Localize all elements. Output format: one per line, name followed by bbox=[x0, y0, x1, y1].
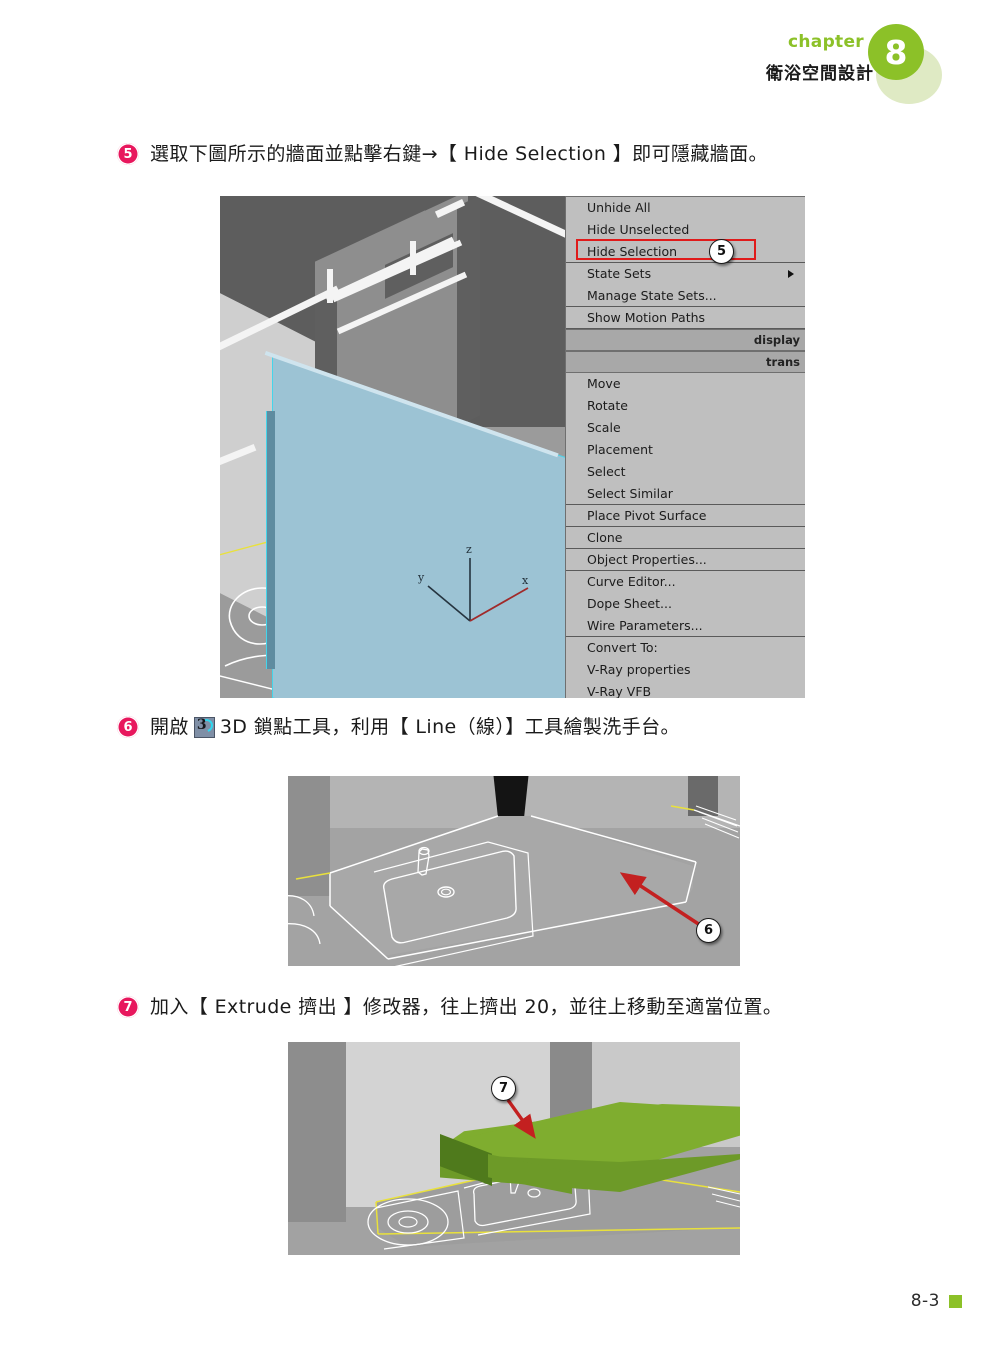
menu-item-place-pivot-surface[interactable]: Place Pivot Surface bbox=[566, 505, 805, 527]
menu-item-placement[interactable]: Placement bbox=[566, 439, 805, 461]
selected-wall-panel-thickness bbox=[266, 411, 275, 669]
callout-badge-5: 5 bbox=[709, 239, 734, 264]
menu-item-select[interactable]: Select bbox=[566, 461, 805, 483]
menu-item-convert-to[interactable]: Convert To: bbox=[566, 637, 805, 659]
figure-extrude-viewport: 7 bbox=[288, 1042, 740, 1255]
snap-3d-toggle-icon[interactable]: 3 bbox=[193, 716, 215, 738]
axis-label-z: z bbox=[466, 543, 472, 556]
quad-menu[interactable]: Unhide All Hide Unselected Hide Selectio… bbox=[565, 196, 805, 698]
menu-item-hide-selection[interactable]: Hide Selection bbox=[566, 241, 805, 263]
chapter-header: 8 chapter 衛浴空間設計 bbox=[766, 22, 962, 104]
fig3-callout-arrow bbox=[506, 1099, 536, 1139]
wall-column-right bbox=[457, 196, 480, 427]
chapter-badge: 8 bbox=[868, 24, 924, 80]
callout-badge-7: 7 bbox=[491, 1076, 516, 1101]
figure-sink-outline-viewport: 6 bbox=[288, 776, 740, 966]
chapter-title: 衛浴空間設計 bbox=[766, 64, 874, 84]
menu-item-vray-properties[interactable]: V-Ray properties bbox=[566, 659, 805, 681]
step-7-bullet: 7 bbox=[117, 996, 139, 1019]
submenu-arrow-icon bbox=[788, 269, 794, 278]
menu-item-clone[interactable]: Clone bbox=[566, 527, 805, 549]
chapter-number: 8 bbox=[884, 32, 908, 72]
quad-menu-title-display: display bbox=[566, 329, 805, 351]
menu-item-select-similar[interactable]: Select Similar bbox=[566, 483, 805, 505]
footer-marker-square bbox=[949, 1294, 962, 1308]
step-6-bullet: 6 bbox=[117, 716, 139, 739]
axis-label-x: x bbox=[522, 574, 529, 587]
quad-menu-title-transform: trans bbox=[566, 351, 805, 373]
step-5-text: 選取下圖所示的牆面並點擊右鍵→【 Hide Selection 】即可隱藏牆面。 bbox=[150, 143, 768, 165]
menu-item-vray-vfb[interactable]: V-Ray VFB bbox=[566, 681, 805, 698]
chapter-word-label: chapter bbox=[788, 32, 864, 52]
fig2-counter-outlines bbox=[288, 805, 740, 966]
menu-item-state-sets[interactable]: State Sets bbox=[566, 263, 805, 285]
step-5-line: 5 選取下圖所示的牆面並點擊右鍵→【 Hide Selection 】即可隱藏牆… bbox=[117, 143, 768, 166]
menu-item-state-sets-label: State Sets bbox=[587, 266, 652, 281]
menu-item-show-motion-paths[interactable]: Show Motion Paths bbox=[566, 307, 805, 329]
menu-item-scale[interactable]: Scale bbox=[566, 417, 805, 439]
page-footer: 8-3 bbox=[911, 1291, 962, 1311]
callout-badge-6: 6 bbox=[696, 918, 721, 943]
menu-item-object-properties[interactable]: Object Properties... bbox=[566, 549, 805, 571]
figure-hide-selection-viewport: z y x Unhide All Hide Unselected Hide Se… bbox=[220, 196, 805, 698]
menu-item-hide-unselected[interactable]: Hide Unselected bbox=[566, 219, 805, 241]
menu-item-dope-sheet[interactable]: Dope Sheet... bbox=[566, 593, 805, 615]
step-6-line: 6 開啟 3 3D 鎖點工具，利用【 Line（線）】工具繪製洗手台。 bbox=[117, 716, 680, 739]
axis-label-y: y bbox=[418, 571, 425, 584]
menu-item-manage-state-sets[interactable]: Manage State Sets... bbox=[566, 285, 805, 307]
menu-item-rotate[interactable]: Rotate bbox=[566, 395, 805, 417]
step-5-bullet: 5 bbox=[117, 143, 139, 166]
page-number: 8-3 bbox=[910, 1291, 940, 1311]
step-7-line: 7 加入【 Extrude 擠出 】修改器，往上擠出 20，並往上移動至適當位置… bbox=[117, 996, 782, 1019]
menu-item-curve-editor[interactable]: Curve Editor... bbox=[566, 571, 805, 593]
axis-tripod bbox=[427, 558, 529, 622]
menu-item-unhide-all[interactable]: Unhide All bbox=[566, 197, 805, 219]
menu-item-move[interactable]: Move bbox=[566, 373, 805, 395]
menu-item-wire-parameters[interactable]: Wire Parameters... bbox=[566, 615, 805, 637]
step-6-text-before: 開啟 bbox=[150, 716, 189, 738]
step-6-text-after: 3D 鎖點工具，利用【 Line（線）】工具繪製洗手台。 bbox=[219, 716, 680, 738]
step-7-text: 加入【 Extrude 擠出 】修改器，往上擠出 20，並往上移動至適當位置。 bbox=[150, 996, 783, 1018]
